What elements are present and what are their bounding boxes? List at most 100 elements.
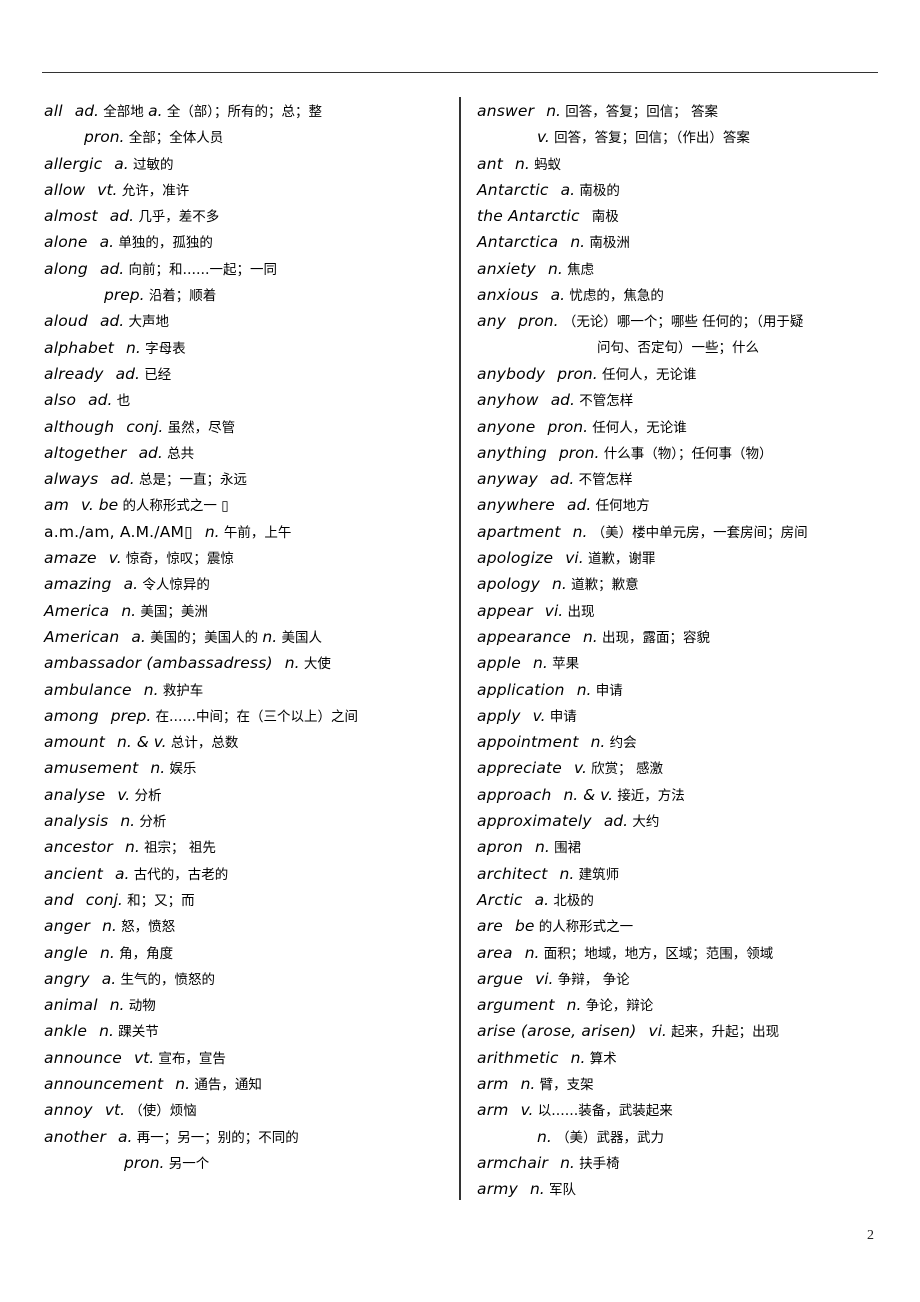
vocab-entry: annoy vt. （使）烦恼 — [44, 1097, 454, 1123]
part-of-speech: n. — [204, 522, 220, 541]
definition: 南极 — [591, 209, 619, 226]
headword: ancient — [44, 864, 103, 883]
definition: 令人惊异的 — [142, 577, 210, 594]
vocab-entry: anyone pron. 任何人，无论谁 — [477, 414, 897, 440]
definition: 美国；美洲 — [140, 603, 208, 620]
part-of-speech: vi. — [565, 549, 584, 568]
part-of-speech: ad. — [567, 496, 592, 515]
headword: among — [44, 706, 99, 725]
headword: the Antarctic — [477, 207, 580, 226]
part-of-speech: v. — [117, 785, 131, 804]
definition: 已经 — [144, 366, 172, 383]
part-of-speech: ad. — [115, 364, 140, 383]
definition: 虽然，尽管 — [167, 419, 236, 436]
definition: 问句、否定句）一些；什么 — [597, 339, 759, 356]
vocab-entry: also ad. 也 — [44, 387, 454, 413]
headword: aloud — [44, 312, 88, 331]
vocab-entry: announcement n. 通告，通知 — [44, 1071, 454, 1097]
headword: area — [477, 943, 513, 962]
vocab-entry: anything pron. 什么事（物）；任何事（物） — [477, 440, 897, 466]
definition: 算术 — [589, 1050, 617, 1067]
definition: 约会 — [609, 735, 637, 752]
definition: 出现，露面；容貌 — [602, 629, 711, 646]
definition: 再一；另一；别的；不同的 — [136, 1129, 299, 1146]
part-of-speech: a. — [99, 233, 115, 252]
vocab-entry-continuation: 问句、否定句）一些；什么 — [477, 335, 897, 361]
headword: all — [44, 102, 63, 120]
vocab-entry: appear vi. 出现 — [477, 598, 897, 624]
headword: America — [44, 601, 110, 620]
vocab-entry: Arctic a. 北极的 — [477, 887, 897, 913]
vocab-entry: America n. 美国；美洲 — [44, 598, 454, 624]
vocab-entry: American a. 美国的；美国人的 n. 美国人 — [44, 624, 454, 650]
part-of-speech: n. & v. — [563, 785, 614, 804]
headword: anyhow — [477, 391, 539, 410]
vocab-entry: all ad. 全部地 a. 全（部）；所有的；总；整 — [44, 98, 454, 124]
headword: ambassador (ambassadress) — [44, 654, 273, 673]
headword: arm — [477, 1074, 509, 1093]
headword: architect — [477, 864, 548, 883]
vocab-entry: argue vi. 争辩， 争论 — [477, 966, 897, 992]
vocab-entry: application n. 申请 — [477, 677, 897, 703]
definition: （美）武器，武力 — [556, 1129, 665, 1146]
part-of-speech: pron. — [547, 417, 588, 436]
definition: 扶手椅 — [579, 1155, 620, 1172]
vocab-entry: apron n. 围裙 — [477, 834, 897, 860]
part-of-speech: a. — [534, 890, 550, 909]
vocab-entry: ancient a. 古代的，古老的 — [44, 861, 454, 887]
part-of-speech: ad. — [138, 443, 163, 462]
part-of-speech: n. — [548, 259, 563, 278]
part-of-speech: vt. — [104, 1101, 125, 1120]
part-of-speech: n. — [576, 680, 592, 699]
part-of-speech: pron. — [558, 443, 600, 462]
vocab-entry: arithmetic n. 算术 — [477, 1045, 897, 1071]
vocab-entry: armchair n. 扶手椅 — [477, 1150, 897, 1176]
definition: 北极的 — [553, 892, 594, 909]
headword: army — [477, 1180, 518, 1199]
definition: 祖宗； 祖先 — [144, 840, 216, 857]
part-of-speech: ad. — [110, 470, 135, 489]
definition: 分析 — [139, 814, 167, 831]
headword: analyse — [44, 785, 106, 804]
definition: 申请 — [549, 708, 577, 725]
headword: amount — [44, 733, 106, 752]
headword: anxiety — [477, 259, 536, 278]
headword: anyway — [477, 470, 539, 489]
part-of-speech: v. — [574, 759, 587, 778]
headword: alphabet — [44, 338, 115, 357]
part-of-speech: ad. — [109, 207, 135, 226]
headword: animal — [44, 996, 98, 1015]
vocab-entry-continuation: v. 回答，答复；回信；（作出）答案 — [477, 124, 897, 150]
part-of-speech: a. — [550, 286, 566, 305]
vocab-entry: alphabet n. 字母表 — [44, 335, 454, 361]
part-of-speech: a. — [123, 575, 139, 594]
vocab-entry: amazing a. 令人惊异的 — [44, 571, 454, 597]
definition: 面积；地域，地方，区域；范围，领域 — [543, 945, 774, 962]
part-of-speech: n. — [552, 575, 567, 594]
part-of-speech: a. — [101, 969, 117, 988]
part-of-speech: n. — [520, 1074, 536, 1093]
part-of-speech: n. — [262, 627, 278, 646]
headword: anyone — [477, 417, 536, 436]
definition: 争论，辩论 — [585, 998, 654, 1015]
vocab-entry: are be 的人称形式之一 — [477, 913, 897, 939]
part-of-speech: ad. — [88, 391, 113, 410]
part-of-speech: n. — [126, 338, 141, 357]
headword: anger — [44, 917, 91, 936]
vocab-entry: allow vt. 允许，准许 — [44, 177, 454, 203]
header-rule — [42, 72, 878, 73]
definition: 全部地 — [103, 104, 144, 120]
part-of-speech: v. — [520, 1101, 534, 1120]
vocab-entry: ambulance n. 救护车 — [44, 677, 454, 703]
part-of-speech: vi. — [544, 601, 564, 620]
headword: altogether — [44, 443, 127, 462]
vocab-entry: anxious a. 忧虑的，焦急的 — [477, 282, 897, 308]
headword: angry — [44, 969, 90, 988]
vocab-entry: answer n. 回答，答复；回信； 答案 — [477, 98, 897, 124]
vocab-entry: and conj. 和；又；而 — [44, 887, 454, 913]
definition: 大声地 — [128, 314, 170, 331]
definition: 单独的，孤独的 — [118, 235, 213, 252]
vocab-entry: ancestor n. 祖宗； 祖先 — [44, 834, 454, 860]
headword: approximately — [477, 812, 592, 831]
part-of-speech: pron. — [557, 364, 598, 383]
